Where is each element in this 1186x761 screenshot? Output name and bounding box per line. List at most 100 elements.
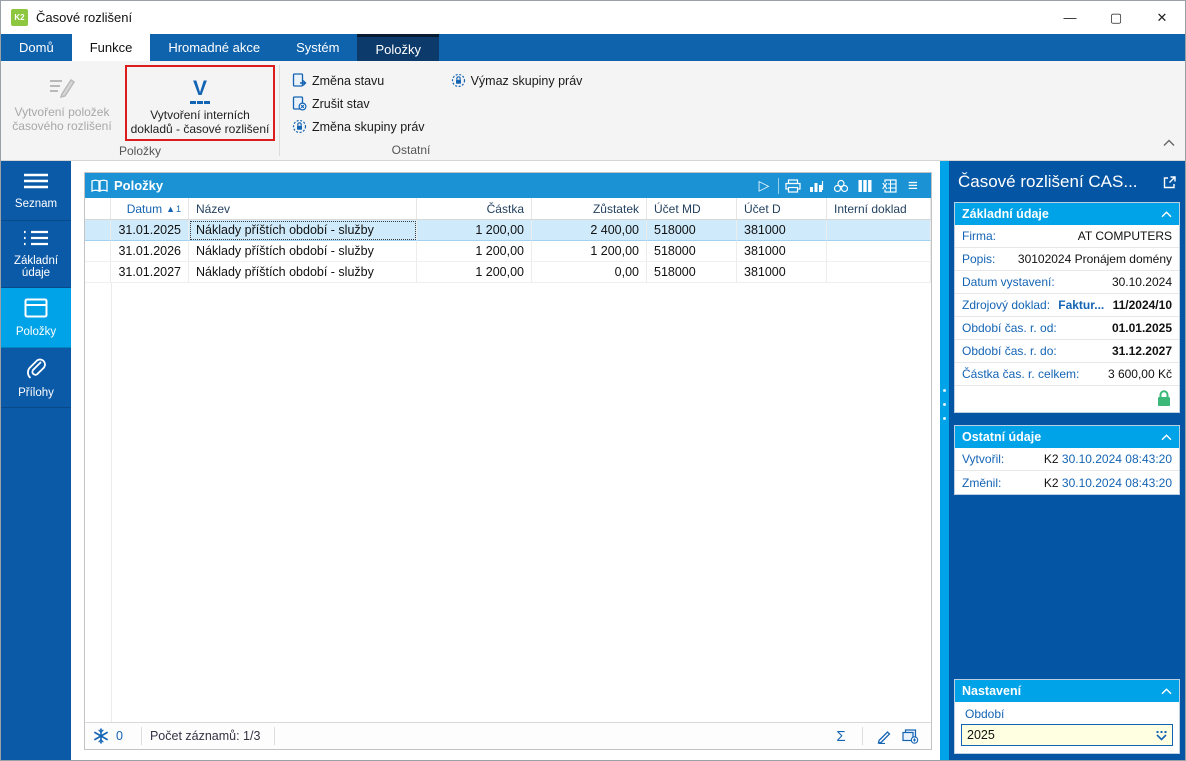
menu-icon[interactable]: ≡: [901, 175, 925, 197]
chevron-up-icon: [1163, 139, 1175, 146]
table-row[interactable]: 31.01.2026 Náklady příštích období - slu…: [85, 241, 931, 262]
tab-polozky[interactable]: Položky: [357, 34, 439, 61]
maximize-button[interactable]: ▢: [1093, 1, 1139, 34]
ribbon-group-polozky: Vytvoření položek časového rozlišení V V…: [1, 61, 279, 160]
field-obdobi-do: Období čas. r. do: 31.12.2027: [955, 340, 1179, 363]
panel-splitter[interactable]: [940, 161, 949, 760]
tab-domu[interactable]: Domů: [1, 34, 72, 61]
run-icon[interactable]: ▷: [752, 175, 776, 197]
row-selector: [85, 241, 111, 262]
sidebar-item-label: Seznam: [14, 197, 58, 210]
column-header-castka[interactable]: Částka: [417, 198, 532, 219]
table-row[interactable]: 31.01.2027 Náklady příštích období - slu…: [85, 262, 931, 283]
cell-datum: 31.01.2026: [111, 241, 189, 262]
column-header-nazev[interactable]: Název: [189, 198, 417, 219]
ribbon: Vytvoření položek časového rozlišení V V…: [1, 61, 1185, 161]
settings-header[interactable]: Nastavení: [955, 680, 1179, 702]
detail-list-icon: [23, 229, 49, 250]
button-label-line: Vytvoření interních: [150, 108, 250, 122]
cell-ucet-md: 518000: [647, 220, 737, 241]
cell-interni-doklad: [827, 241, 931, 262]
minimize-button[interactable]: —: [1047, 1, 1093, 34]
edit-list-icon: [47, 71, 77, 105]
tab-hromadne-akce[interactable]: Hromadné akce: [150, 34, 278, 61]
cell-nazev: Náklady příštích období - služby: [189, 220, 417, 241]
window-controls: — ▢ ✕: [1047, 1, 1185, 34]
close-button[interactable]: ✕: [1139, 1, 1185, 34]
row-selector: [85, 220, 111, 241]
rights-lock-icon: [451, 73, 465, 88]
basic-info-header[interactable]: Základní údaje: [955, 203, 1179, 225]
table-row[interactable]: 31.01.2025 Náklady příštích období - slu…: [85, 220, 931, 241]
section-title: Ostatní údaje: [962, 430, 1042, 444]
cell-zustatek: 1 200,00: [532, 241, 647, 262]
section-title: Nastavení: [962, 684, 1022, 698]
chart-icon[interactable]: [805, 175, 829, 197]
change-rights-group-button[interactable]: Změna skupiny práv: [292, 115, 425, 138]
dropdown-chevron-icon[interactable]: [1152, 727, 1170, 743]
edit-pencil-icon[interactable]: [871, 729, 897, 744]
field-datum-vystaveni: Datum vystavení: 30.10.2024: [955, 271, 1179, 294]
sort-ascending-icon: ▲: [166, 203, 175, 214]
cell-nazev: Náklady příštích období - služby: [189, 241, 417, 262]
cell-datum: 31.01.2025: [111, 220, 189, 241]
open-external-icon[interactable]: [1162, 175, 1177, 190]
sidebar-item-polozky[interactable]: Položky: [1, 288, 71, 348]
cell-nazev: Náklady příštích období - služby: [189, 262, 417, 283]
cancel-state-button[interactable]: Zrušit stav: [292, 92, 425, 115]
snowflake-icon: [94, 728, 108, 744]
ribbon-group-ostatni: Změna stavu Zrušit stav Změna skupiny pr…: [280, 61, 582, 160]
ribbon-collapse-button[interactable]: [1163, 134, 1175, 152]
rights-lock-icon: [292, 119, 307, 134]
sum-icon[interactable]: Σ: [828, 728, 854, 745]
action-label: Výmaz skupiny práv: [470, 73, 583, 88]
sidebar-item-prilohy[interactable]: Přílohy: [1, 348, 71, 408]
print-icon[interactable]: [781, 175, 805, 197]
section-title: Základní údaje: [962, 207, 1049, 221]
column-header-interni-doklad[interactable]: Interní doklad: [827, 198, 931, 219]
action-label: Změna stavu: [312, 73, 385, 88]
selector-column-header[interactable]: [85, 198, 111, 219]
box-icon: [24, 298, 48, 321]
table-status-bar: 0 Počet záznamů: 1/3 Σ: [85, 722, 931, 749]
splitter-grip-dot: [943, 389, 946, 392]
button-label-line: Vytvoření položek: [14, 105, 110, 119]
tab-funkce[interactable]: Funkce: [71, 34, 151, 61]
items-table-panel: Položky ▷ X ≡ Datum ▲ 1 Název Částka Zůs…: [84, 172, 932, 750]
change-state-button[interactable]: Změna stavu: [292, 69, 425, 92]
status-divider: [862, 727, 863, 745]
sidebar-item-seznam[interactable]: Seznam: [1, 161, 71, 221]
add-copy-icon[interactable]: [897, 728, 923, 744]
cell-datum: 31.01.2027: [111, 262, 189, 283]
other-info-header[interactable]: Ostatní údaje: [955, 426, 1179, 448]
cell-ucet-d: 381000: [737, 241, 827, 262]
field-zdrojovy-doklad: Zdrojový doklad: Faktur... 11/2024/10: [955, 294, 1179, 317]
columns-icon[interactable]: [853, 175, 877, 197]
group-shapes-icon[interactable]: [829, 175, 853, 197]
period-input[interactable]: [961, 724, 1173, 746]
title-bar: K2 Časové rozlišení — ▢ ✕: [1, 1, 1185, 34]
main-content: Položky ▷ X ≡ Datum ▲ 1 Název Částka Zůs…: [71, 161, 940, 760]
source-document-link[interactable]: Faktur...: [1058, 298, 1104, 312]
create-accrual-items-button[interactable]: Vytvoření položek časového rozlišení: [7, 65, 117, 133]
tab-system[interactable]: Systém: [278, 34, 357, 61]
delete-rights-group-button[interactable]: Výmaz skupiny práv: [451, 69, 583, 92]
splitter-grip-dot: [943, 417, 946, 420]
k2-logo-icon: K2: [11, 9, 28, 26]
left-sidebar: Seznam Základní údaje Položky Přílohy: [1, 161, 71, 760]
table-empty-area: [85, 283, 931, 722]
column-header-ucet-d[interactable]: Účet D: [737, 198, 827, 219]
button-label-line: dokladů - časové rozlišení: [130, 122, 270, 136]
cell-interni-doklad: [827, 262, 931, 283]
column-header-ucet-md[interactable]: Účet MD: [647, 198, 737, 219]
create-internal-documents-button[interactable]: V Vytvoření interních dokladů - časové r…: [129, 68, 271, 137]
field-popis: Popis: 30102024 Pronájem domény: [955, 248, 1179, 271]
lock-icon: [1158, 390, 1170, 406]
column-header-zustatek[interactable]: Zůstatek: [532, 198, 647, 219]
document-arrow-icon: [292, 73, 307, 87]
chevron-up-icon: [1161, 210, 1172, 218]
excel-export-icon[interactable]: X: [877, 175, 901, 197]
cell-castka: 1 200,00: [417, 220, 532, 241]
sidebar-item-zakladni-udaje[interactable]: Základní údaje: [1, 221, 71, 288]
column-header-datum[interactable]: Datum ▲ 1: [111, 198, 189, 219]
